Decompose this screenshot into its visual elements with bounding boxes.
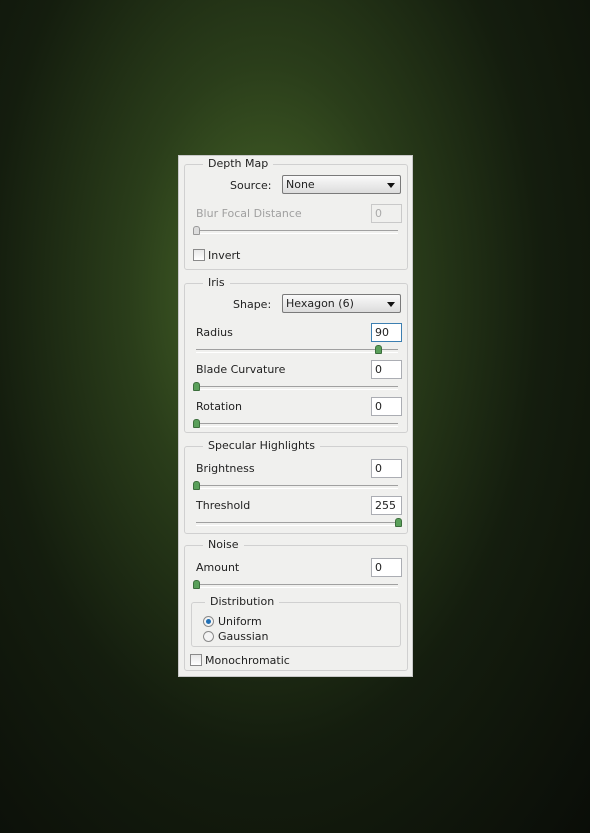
blur-focal-distance-input[interactable]: 0 — [371, 204, 402, 223]
slider-thumb[interactable] — [374, 345, 382, 354]
threshold-slider[interactable] — [196, 518, 402, 527]
radius-input[interactable]: 90 — [371, 323, 402, 342]
blade-curvature-label: Blade Curvature — [196, 363, 286, 376]
rotation-input[interactable]: 0 — [371, 397, 402, 416]
monochromatic-checkbox[interactable] — [190, 654, 202, 666]
radius-label: Radius — [196, 326, 233, 339]
chevron-down-icon — [387, 302, 395, 307]
blur-focal-distance-slider[interactable] — [193, 226, 398, 235]
slider-thumb[interactable] — [193, 226, 200, 235]
blade-curvature-slider[interactable] — [193, 382, 398, 391]
distribution-group: Distribution Uniform Gaussian — [191, 595, 401, 647]
slider-thumb[interactable] — [193, 419, 200, 428]
rotation-slider[interactable] — [193, 419, 398, 428]
threshold-input[interactable]: 255 — [371, 496, 402, 515]
lens-blur-panel: Depth Map Source: None Blur Focal Distan… — [178, 155, 413, 677]
blade-curvature-input[interactable]: 0 — [371, 360, 402, 379]
uniform-label: Uniform — [218, 615, 262, 628]
chevron-down-icon — [387, 183, 395, 188]
slider-thumb[interactable] — [395, 518, 402, 527]
specular-highlights-title: Specular Highlights — [203, 439, 320, 452]
gaussian-label: Gaussian — [218, 630, 269, 643]
source-label: Source: — [230, 179, 272, 192]
gaussian-radio[interactable] — [203, 631, 214, 642]
brightness-slider[interactable] — [193, 481, 398, 490]
noise-group: Noise Amount 0 Distribution Uniform Gaus… — [184, 538, 408, 671]
brightness-label: Brightness — [196, 462, 255, 475]
shape-label: Shape: — [233, 298, 272, 311]
rotation-label: Rotation — [196, 400, 243, 413]
amount-label: Amount — [196, 561, 240, 574]
slider-thumb[interactable] — [193, 580, 200, 589]
depth-map-title: Depth Map — [203, 157, 274, 170]
amount-slider[interactable] — [193, 580, 398, 589]
radius-slider[interactable] — [196, 345, 398, 354]
shape-dropdown[interactable]: Hexagon (6) — [282, 294, 401, 313]
threshold-label: Threshold — [196, 499, 251, 512]
distribution-title: Distribution — [205, 595, 280, 608]
depth-map-group: Depth Map Source: None Blur Focal Distan… — [184, 157, 408, 270]
brightness-input[interactable]: 0 — [371, 459, 402, 478]
blur-focal-distance-label: Blur Focal Distance — [196, 207, 302, 220]
source-dropdown[interactable]: None — [282, 175, 401, 194]
slider-thumb[interactable] — [193, 481, 200, 490]
noise-title: Noise — [203, 538, 244, 551]
iris-group: Iris Shape: Hexagon (6) Radius 90 Blade … — [184, 276, 408, 433]
amount-input[interactable]: 0 — [371, 558, 402, 577]
shape-value: Hexagon (6) — [286, 297, 354, 310]
invert-label: Invert — [208, 249, 241, 262]
specular-highlights-group: Specular Highlights Brightness 0 Thresho… — [184, 439, 408, 534]
iris-title: Iris — [203, 276, 230, 289]
invert-checkbox[interactable] — [193, 249, 205, 261]
slider-thumb[interactable] — [193, 382, 200, 391]
uniform-radio[interactable] — [203, 616, 214, 627]
source-value: None — [286, 178, 315, 191]
monochromatic-label: Monochromatic — [205, 654, 290, 667]
